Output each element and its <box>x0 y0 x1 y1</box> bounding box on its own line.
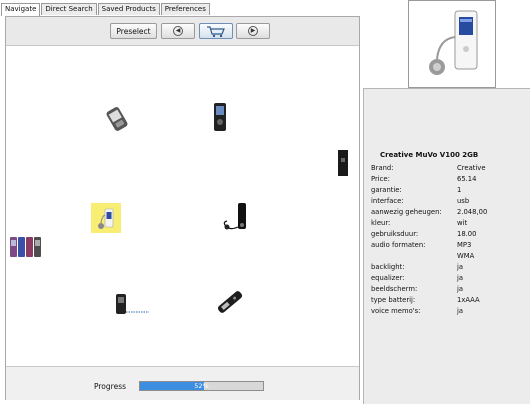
shopping-cart-icon <box>207 25 225 37</box>
attribute-row: equalizer: ja <box>371 273 526 284</box>
progress-bar: 52% <box>139 381 264 391</box>
attribute-value: ja <box>457 307 464 315</box>
tab-saved-products[interactable]: Saved Products <box>97 3 160 15</box>
toolbar: Preselect ◀ ▶ <box>6 17 359 46</box>
attribute-value: ja <box>457 285 464 293</box>
attribute-key: backlight: <box>371 263 405 271</box>
attribute-key: Brand: <box>371 164 394 172</box>
creative-muvo-thumbnail <box>98 208 114 229</box>
product-black-player[interactable] <box>212 102 228 132</box>
attribute-value: 2.048,00 <box>457 208 488 216</box>
attribute-value: 18.00 <box>457 230 477 238</box>
attribute-row: backlight: ja <box>371 262 526 273</box>
attribute-key: audio formaten: <box>371 241 426 249</box>
status-bar: Progress 52% <box>6 366 359 400</box>
product-selected[interactable] <box>91 203 121 233</box>
attribute-row: voice memo's: ja <box>371 306 526 317</box>
attribute-key: garantie: <box>371 186 402 194</box>
attribute-row: garantie: 1 <box>371 185 526 196</box>
attribute-key: aanwezig geheugen: <box>371 208 442 216</box>
product-player-earphones[interactable] <box>221 201 251 233</box>
attribute-row: aanwezig geheugen: 2.048,00 <box>371 207 526 218</box>
attribute-row: kleur: wit <box>371 218 526 229</box>
progress-percent: 52% <box>194 382 209 390</box>
attribute-key: Price: <box>371 175 390 183</box>
attribute-row: gebruiksduur: 18.00 <box>371 229 526 240</box>
product-attributes: Brand: Creative Price: 65.14 garantie: 1 in… <box>371 163 526 317</box>
attribute-key: type batterij: <box>371 296 416 304</box>
tab-navigate[interactable]: Navigate <box>1 3 41 16</box>
product-stick-player[interactable] <box>214 288 246 316</box>
navigate-panel: Preselect ◀ ▶ Progress 52% <box>5 16 360 400</box>
attribute-value: usb <box>457 197 470 205</box>
cart-button[interactable] <box>199 23 233 39</box>
product-title: Creative MuVo V100 2GB <box>380 151 479 159</box>
attribute-value: Creative <box>457 164 486 172</box>
attribute-key: beeldscherm: <box>371 285 418 293</box>
attribute-row: Price: 65.14 <box>371 174 526 185</box>
attribute-key <box>371 251 457 262</box>
attribute-key: gebruiksduur: <box>371 230 419 238</box>
attribute-value: ja <box>457 263 464 271</box>
product-color-players[interactable] <box>9 236 43 258</box>
product-details-panel: Creative MuVo V100 2GB Brand: Creative Pr… <box>363 88 530 404</box>
product-slim-player[interactable] <box>338 150 348 176</box>
attribute-row: audio formaten: MP3 <box>371 240 526 251</box>
attribute-value: WMA <box>457 252 475 260</box>
right-arrow-circle-icon: ▶ <box>248 26 258 36</box>
attribute-row: WMA <box>371 251 526 262</box>
tab-bar: Navigate Direct Search Saved Products Pr… <box>1 3 211 16</box>
product-phone-tilted[interactable] <box>105 106 129 132</box>
back-button[interactable]: ◀ <box>161 23 195 39</box>
attribute-key: voice memo's: <box>371 307 421 315</box>
preselect-label: Preselect <box>116 26 151 36</box>
product-map[interactable] <box>6 46 359 366</box>
attribute-row: beeldscherm: ja <box>371 284 526 295</box>
attribute-row: interface: usb <box>371 196 526 207</box>
attribute-row: Brand: Creative <box>371 163 526 174</box>
preselect-button[interactable]: Preselect <box>110 23 157 39</box>
tab-direct-search[interactable]: Direct Search <box>41 3 97 15</box>
progress-label: Progress <box>94 382 127 391</box>
attribute-value: 65.14 <box>457 175 477 183</box>
attribute-value: ja <box>457 274 464 282</box>
attribute-value: wit <box>457 219 468 227</box>
product-player-cable[interactable] <box>114 292 150 318</box>
tab-preferences[interactable]: Preferences <box>160 3 210 15</box>
product-preview <box>408 0 496 88</box>
attribute-value: 1 <box>457 186 462 194</box>
left-arrow-circle-icon: ◀ <box>173 26 183 36</box>
navigator-pane: Navigate Direct Search Saved Products Pr… <box>0 0 361 404</box>
product-preview-image <box>429 10 478 75</box>
attribute-key: kleur: <box>371 219 391 227</box>
attribute-key: interface: <box>371 197 404 205</box>
forward-button[interactable]: ▶ <box>236 23 270 39</box>
attribute-value: MP3 <box>457 241 472 249</box>
attribute-value: 1xAAA <box>457 296 480 304</box>
attribute-row: type batterij: 1xAAA <box>371 295 526 306</box>
attribute-key: equalizer: <box>371 274 405 282</box>
